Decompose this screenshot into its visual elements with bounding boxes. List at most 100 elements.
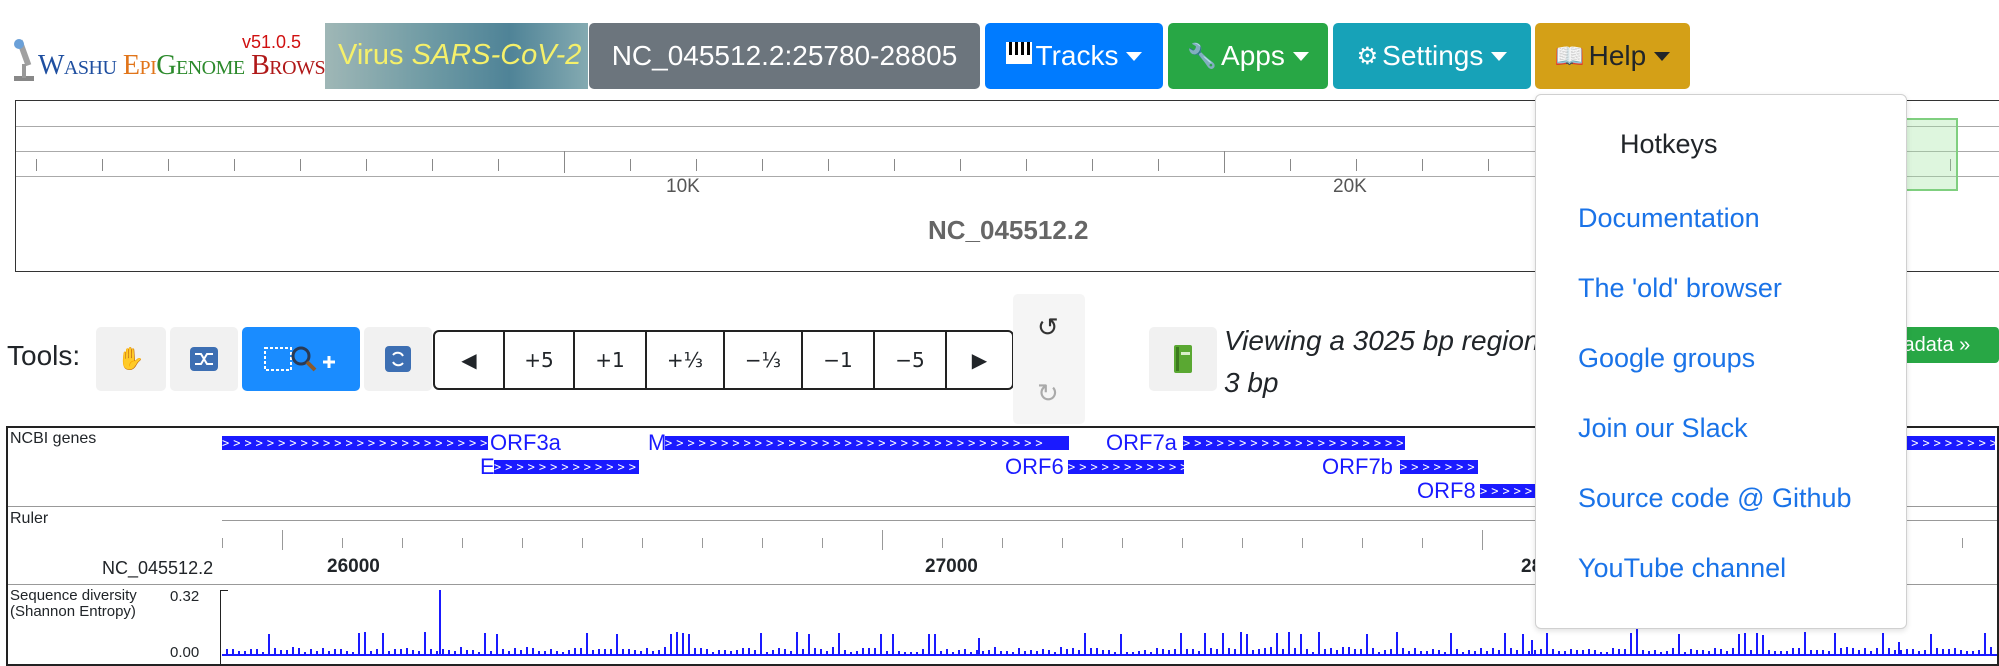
ruler-track-label: Ruler <box>10 510 49 527</box>
entropy-bar <box>1126 652 1128 654</box>
entropy-bar <box>1228 648 1230 654</box>
entropy-bar <box>1096 648 1098 654</box>
entropy-bar <box>1318 632 1320 654</box>
entropy-bar <box>892 634 894 654</box>
entropy-bar <box>814 648 816 654</box>
hotkeys-menu-item[interactable]: Hotkeys <box>1620 129 1718 160</box>
zoom-out-third-button[interactable]: −⅓ <box>723 330 803 390</box>
gene-n-bar[interactable]: >>>>>>>>> <box>1900 436 1995 450</box>
entropy-bar <box>1558 651 1560 654</box>
microscope-icon <box>14 39 34 81</box>
entropy-bar <box>1894 650 1896 654</box>
entropy-bar <box>538 651 540 654</box>
entropy-bar <box>724 650 726 654</box>
reorder-tool-button[interactable] <box>170 327 238 391</box>
overview-tick <box>1290 159 1291 171</box>
entropy-bar <box>484 633 486 654</box>
zoom-out-5-button[interactable]: −5 <box>873 330 947 390</box>
diversity-label-line1: Sequence diversity <box>10 587 137 604</box>
zoom-select-tool-button[interactable] <box>242 327 360 391</box>
genome-selector[interactable]: Virus SARS-CoV-2 <box>325 23 588 89</box>
entropy-bar <box>418 651 420 654</box>
zoom-in-third-button[interactable]: +⅓ <box>645 330 725 390</box>
reset-tool-button[interactable] <box>364 327 432 391</box>
google-groups-link[interactable]: Google groups <box>1578 343 1755 374</box>
hand-icon: ✋ <box>117 346 145 371</box>
overview-tick <box>1422 159 1423 171</box>
entropy-bar <box>1882 633 1884 654</box>
slack-link[interactable]: Join our Slack <box>1578 413 1748 444</box>
entropy-bar <box>1456 649 1458 654</box>
entropy-bar <box>1870 651 1872 654</box>
entropy-bar <box>1606 652 1608 654</box>
gene-label: ORF8 <box>1417 478 1476 503</box>
bookmark-button[interactable] <box>1149 327 1217 391</box>
entropy-bar <box>1366 634 1368 654</box>
entropy-bar <box>286 650 288 654</box>
entropy-bar <box>1060 647 1062 654</box>
entropy-bar <box>394 649 396 654</box>
overview-tick-label: 20K <box>1333 176 1367 197</box>
gene-orf7a-bar[interactable]: >>>>>>>>>>>>>>>>>>>> <box>1183 436 1405 450</box>
settings-menu-button[interactable]: ⚙ Settings <box>1333 23 1531 89</box>
entropy-bar <box>646 648 648 654</box>
pan-right-button[interactable]: ▶ <box>945 330 1014 390</box>
entropy-bar <box>1498 650 1500 654</box>
zoom-out-1-button[interactable]: −1 <box>801 330 875 390</box>
ruler-tick <box>1062 538 1063 548</box>
help-menu-button[interactable]: 📖 Help <box>1535 23 1690 89</box>
gene-m-bar[interactable]: >>>>>>>>>>>>>>>>>>>>>>>>>>>>>>>>>> <box>665 436 1069 450</box>
undo-icon[interactable]: ↺ <box>1037 312 1059 343</box>
entropy-bar <box>1000 651 1002 654</box>
diversity-label-line2: (Shannon Entropy) <box>10 603 136 620</box>
gene-label: ORF7a <box>1106 430 1177 455</box>
entropy-bar <box>1648 651 1650 654</box>
entropy-bar <box>1930 634 1932 654</box>
entropy-bar <box>1024 651 1026 654</box>
ruler-tick <box>762 538 763 548</box>
entropy-bar <box>1876 648 1878 654</box>
entropy-bar <box>1888 648 1890 654</box>
gene-orf7b-bar[interactable]: >>>>>>> <box>1400 460 1478 474</box>
github-link[interactable]: Source code @ Github <box>1578 483 1852 514</box>
entropy-bar <box>1174 649 1176 654</box>
entropy-bar <box>1954 648 1956 654</box>
entropy-bar <box>1516 650 1518 654</box>
gene-e-bar[interactable]: >>>>>>>>>>>>>> <box>494 460 639 474</box>
tracks-label: Tracks <box>1035 40 1119 71</box>
entropy-bar <box>466 650 468 654</box>
entropy-bar <box>952 652 954 654</box>
redo-icon[interactable]: ↻ <box>1037 378 1059 409</box>
entropy-bar <box>1816 650 1818 654</box>
zoom-in-5-button[interactable]: +5 <box>503 330 575 390</box>
entropy-bar <box>1156 648 1158 654</box>
gene-orf6-bar[interactable]: >>>>>>>>>>> <box>1068 460 1184 474</box>
gene-orf3a-bar[interactable]: >>>>>>>>>>>>>>>>>>>>>>>>> <box>222 436 488 450</box>
entropy-bar <box>454 651 456 654</box>
app-logo[interactable]: v51.0.5 Washu EpiGenome Browser <box>8 30 350 88</box>
drag-tool-button[interactable]: ✋ <box>96 327 166 391</box>
old-browser-link[interactable]: The 'old' browser <box>1578 273 1782 304</box>
entropy-bar <box>1336 650 1338 654</box>
entropy-bar <box>628 649 630 654</box>
documentation-link[interactable]: Documentation <box>1578 203 1760 234</box>
entropy-bar <box>856 651 858 654</box>
pan-left-button[interactable]: ◀ <box>433 330 505 390</box>
entropy-bar <box>1288 632 1290 654</box>
entropy-bar <box>898 651 900 654</box>
entropy-bar <box>1762 635 1764 654</box>
entropy-bar <box>472 650 474 654</box>
ruler-tick <box>1302 538 1303 548</box>
entropy-bar <box>1588 649 1590 654</box>
tracks-menu-button[interactable]: Tracks <box>985 23 1163 89</box>
entropy-bar <box>958 650 960 654</box>
coordinates-button[interactable]: NC_045512.2:25780-28805 <box>589 23 980 89</box>
ruler-tick <box>642 538 643 548</box>
apps-menu-button[interactable]: 🔧 Apps <box>1168 23 1328 89</box>
zoom-in-1-button[interactable]: +1 <box>573 330 647 390</box>
youtube-link[interactable]: YouTube channel <box>1578 553 1786 584</box>
entropy-bar <box>1546 633 1548 654</box>
entropy-bar <box>1948 649 1950 654</box>
entropy-bar <box>226 649 228 654</box>
ruler-tick <box>282 530 283 550</box>
